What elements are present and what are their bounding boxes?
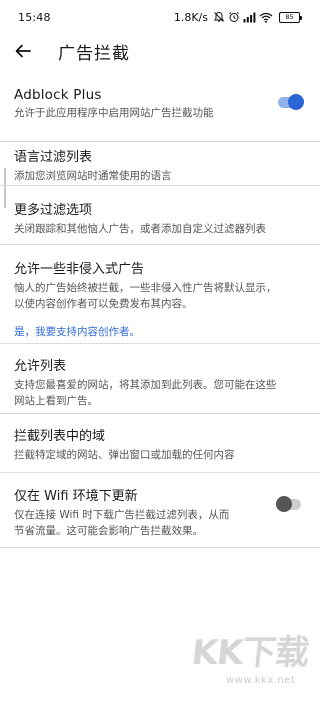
network-speed: 1.8K/s [173, 10, 208, 24]
setting-description: 添加您浏览网站时通常使用的语言 [14, 170, 172, 182]
setting-acceptable-ads[interactable]: 允许一些非侵入式广告 恼人的广告始终被拦截，一些非侵入性广告将默认显示， 以使内… [0, 245, 320, 344]
back-arrow-icon [15, 44, 31, 58]
setting-description: 拦截特定域的网站、弹出窗口或加载的任何内容 [14, 449, 235, 461]
app-bar: 广告拦截 [0, 34, 320, 68]
setting-language-filters[interactable]: 语言过滤列表 添加您浏览网站时通常使用的语言 [0, 142, 320, 186]
setting-title: 允许一些非侵入式广告 [14, 262, 145, 277]
settings-screen: 15:48 1.8K/s 85 广告拦截 Adblock Plus 允许于此应用… [0, 0, 320, 711]
watermark-url: www.kkx.net [226, 675, 296, 686]
setting-description-line-1: 仅在连接 Wifi 时下载广告拦截过滤列表，从而 [14, 509, 230, 521]
setting-description-line-1: 支持您最喜爱的网站，将其添加到此列表。您可能在这些 [14, 379, 277, 391]
mute-icon [213, 11, 225, 23]
adblock-plus-toggle[interactable] [276, 94, 304, 110]
signal-icon [243, 12, 256, 23]
battery-icon: 85 [279, 11, 302, 23]
setting-title: 语言过滤列表 [14, 150, 93, 165]
setting-description-line-2: 以使内容创作者可以免费发布其内容。 [14, 298, 193, 310]
setting-title: Adblock Plus [14, 87, 102, 103]
settings-list: Adblock Plus 允许于此应用程序中启用网站广告拦截功能 语言过滤列表 … [0, 80, 320, 548]
setting-title: 更多过滤选项 [14, 203, 93, 218]
setting-allowlist[interactable]: 允许列表 支持您最喜爱的网站，将其添加到此列表。您可能在这些 网站上看到广告。 [0, 344, 320, 414]
setting-title: 拦截列表中的域 [14, 429, 106, 444]
alarm-icon [228, 11, 240, 23]
setting-adblock-plus[interactable]: Adblock Plus 允许于此应用程序中启用网站广告拦截功能 [0, 80, 320, 142]
setting-more-filters[interactable]: 更多过滤选项 关闭跟踪和其他恼人广告，或者添加自定义过滤器列表 [0, 186, 320, 245]
wifi-icon [259, 12, 273, 23]
support-creators-link[interactable]: 是，我要支持内容创作者。 [14, 324, 140, 340]
toggle-thumb [276, 496, 292, 512]
back-button[interactable] [13, 41, 33, 61]
setting-blocked-domains[interactable]: 拦截列表中的域 拦截特定域的网站、弹出窗口或加载的任何内容 [0, 414, 320, 473]
setting-description-line-1: 恼人的广告始终被拦截，一些非侵入性广告将默认显示， [14, 282, 277, 294]
setting-description: 关闭跟踪和其他恼人广告，或者添加自定义过滤器列表 [14, 223, 266, 235]
watermark-logo: KK下载 www.kkx.net [189, 625, 314, 697]
toggle-thumb [288, 94, 304, 110]
setting-title: 允许列表 [14, 359, 67, 374]
status-icons: 1.8K/s 85 [173, 10, 302, 24]
wifi-only-toggle[interactable] [276, 496, 304, 512]
setting-wifi-only[interactable]: 仅在 Wifi 环境下更新 仅在连接 Wifi 时下载广告拦截过滤列表，从而 节… [0, 473, 320, 548]
setting-description-line-2: 网站上看到广告。 [14, 395, 98, 407]
status-time: 15:48 [18, 10, 51, 24]
watermark-text: KK下载 [189, 633, 311, 673]
status-bar: 15:48 1.8K/s 85 [0, 0, 320, 34]
page-title: 广告拦截 [58, 44, 130, 64]
setting-description-line-2: 节省流量。这可能会影响广告拦截效果。 [14, 525, 203, 537]
setting-title: 仅在 Wifi 环境下更新 [14, 489, 138, 504]
setting-description: 允许于此应用程序中启用网站广告拦截功能 [14, 107, 214, 119]
